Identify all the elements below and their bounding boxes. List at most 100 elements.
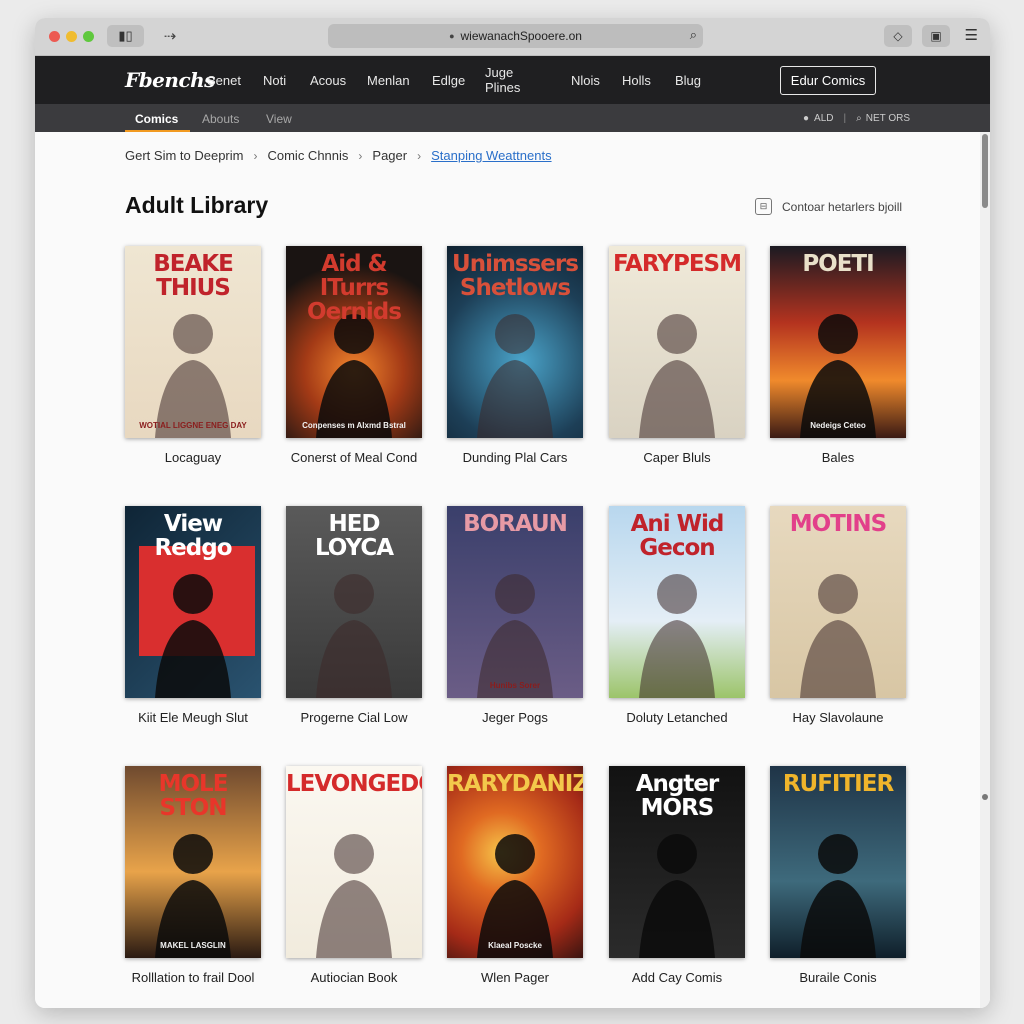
nav-link[interactable]: Juge Plines	[485, 65, 520, 95]
nav-link[interactable]: Noti	[263, 73, 286, 88]
comic-card[interactable]: RARYDANIZ Klaeal Poscke Wlen Pager	[447, 766, 583, 985]
chevron-right-icon: ›	[417, 148, 422, 163]
comic-card[interactable]: BORAUN Hunibs Sorer Jeger Pogs	[447, 506, 583, 725]
comic-card[interactable]: Unimssers Shetlows Dunding Plal Cars	[447, 246, 583, 465]
nav-link[interactable]: Senet	[207, 73, 241, 88]
sub-nav-link[interactable]: ALD	[814, 113, 833, 124]
comic-card[interactable]: View Redgo Kiit Ele Meugh Slut	[125, 506, 261, 725]
comic-card[interactable]: POETI Nedeigs Ceteo Bales	[770, 246, 906, 465]
comic-cover[interactable]: Angter MORS	[609, 766, 745, 958]
nav-link[interactable]: Holls	[622, 73, 651, 88]
cover-title: Unimssers Shetlows	[452, 251, 579, 301]
comic-cover[interactable]: BEAKE THIUS WOTIAL LIGGNE ENEG DAY	[125, 246, 261, 438]
comic-cover[interactable]: Ani Wid Gecon	[609, 506, 745, 698]
chevron-right-icon: ›	[358, 148, 363, 163]
comic-title[interactable]: Rolllation to frail Dool	[125, 970, 261, 985]
main-content: Gert Sim to Deeprim › Comic Chnnis › Pag…	[35, 132, 990, 1008]
cta-button[interactable]: Edur Comics	[780, 66, 876, 95]
scrollbar[interactable]	[980, 132, 990, 1008]
cover-title: BEAKE THIUS	[153, 251, 234, 301]
tab-view[interactable]: View	[266, 104, 292, 133]
comic-card[interactable]: Aid & ITurrs Oernids Conpenses m Alxmd Bs…	[286, 246, 422, 465]
comic-title[interactable]: Add Cay Comis	[609, 970, 745, 985]
comic-title[interactable]: Progerne Cial Low	[286, 710, 422, 725]
cover-title: RUFITIER	[782, 771, 894, 797]
comic-title[interactable]: Locaguay	[125, 450, 261, 465]
comic-card[interactable]: BEAKE THIUS WOTIAL LIGGNE ENEG DAY Locagua…	[125, 246, 261, 465]
comic-title[interactable]: Caper Bluls	[609, 450, 745, 465]
breadcrumb-item[interactable]: Pager	[372, 148, 407, 163]
comic-cover[interactable]: BORAUN Hunibs Sorer	[447, 506, 583, 698]
scrollbar-thumb[interactable]	[982, 134, 988, 208]
comic-title[interactable]: Hay Slavolaune	[770, 710, 906, 725]
comic-title[interactable]: Buraile Conis	[770, 970, 906, 985]
site-logo[interactable]: Fbenchs	[125, 68, 215, 92]
comic-cover[interactable]: MOTINS	[770, 506, 906, 698]
cover-title: Ani Wid Gecon	[630, 511, 725, 561]
tab-comics[interactable]: Comics	[124, 104, 191, 133]
comic-title[interactable]: Wlen Pager	[447, 970, 583, 985]
nav-link[interactable]: Nlois	[571, 73, 600, 88]
lock-icon: ●	[449, 31, 455, 41]
divider: |	[843, 113, 847, 124]
sub-nav-tools: ● ALD | ⌕ NET ORS	[803, 104, 910, 133]
comic-title[interactable]: Doluty Letanched	[609, 710, 745, 725]
breadcrumb-current[interactable]: Stanping Weattnents	[431, 148, 551, 163]
scrollbar-marker	[982, 794, 988, 800]
sub-nav-link[interactable]: NET ORS	[866, 113, 910, 124]
nav-link[interactable]: Blug	[675, 73, 701, 88]
breadcrumb-item[interactable]: Comic Chnnis	[267, 148, 348, 163]
sub-nav: Comics Abouts View ● ALD | ⌕ NET ORS	[35, 104, 990, 133]
sidebar-toggle-icon[interactable]: ▮▯	[107, 25, 144, 47]
filter-toggle[interactable]: ⊟ Contoar hetarlers bjoill	[755, 198, 902, 215]
comic-title[interactable]: Conerst of Meal Cond	[286, 450, 422, 465]
bookmark-icon[interactable]: ▣	[922, 25, 950, 47]
address-bar[interactable]: ● wiewanachSpooere.on ⌕	[328, 24, 703, 48]
comic-card[interactable]: Angter MORS Add Cay Comis	[609, 766, 745, 985]
comic-title[interactable]: Autiocian Book	[286, 970, 422, 985]
comic-title[interactable]: Dunding Plal Cars	[447, 450, 583, 465]
comic-card[interactable]: MOLE STON MAKEL LASGLIN Rolllation to frai…	[125, 766, 261, 985]
comic-card[interactable]: HED LOYCA Progerne Cial Low	[286, 506, 422, 725]
tab-abouts[interactable]: Abouts	[202, 104, 239, 133]
comic-cover[interactable]: FARYPESM	[609, 246, 745, 438]
comic-cover[interactable]: Aid & ITurrs Oernids Conpenses m Alxmd Bs…	[286, 246, 422, 438]
browser-window: ▮▯ ⇢ ● wiewanachSpooere.on ⌕ ◇ ▣ ☰ Fbenc…	[35, 18, 990, 1008]
cover-subtitle: Conpenses m Alxmd Bstral	[302, 421, 406, 430]
page-title: Adult Library	[125, 192, 269, 218]
filter-label: Contoar hetarlers bjoill	[782, 199, 903, 214]
nav-link[interactable]: Menlan	[367, 73, 410, 88]
cover-title: View Redgo	[154, 511, 232, 561]
comic-card[interactable]: Ani Wid Gecon Doluty Letanched	[609, 506, 745, 725]
maximize-window-button[interactable]	[83, 31, 94, 42]
browser-toolbar: ▮▯ ⇢ ● wiewanachSpooere.on ⌕ ◇ ▣ ☰	[35, 18, 990, 56]
nav-link[interactable]: Acous	[310, 73, 346, 88]
comic-cover[interactable]: RUFITIER	[770, 766, 906, 958]
comic-card[interactable]: LEVONGEDO Autiocian Book	[286, 766, 422, 985]
comic-card[interactable]: MOTINS Hay Slavolaune	[770, 506, 906, 725]
comic-card[interactable]: RUFITIER Buraile Conis	[770, 766, 906, 985]
comic-card[interactable]: FARYPESM Caper Bluls	[609, 246, 745, 465]
close-window-button[interactable]	[49, 31, 60, 42]
breadcrumb-item[interactable]: Gert Sim to Deeprim	[125, 148, 243, 163]
cover-title: Angter MORS	[635, 771, 720, 821]
shield-icon[interactable]: ◇	[884, 25, 912, 47]
comic-cover[interactable]: Unimssers Shetlows	[447, 246, 583, 438]
search-icon: ⌕	[856, 113, 862, 124]
nav-link[interactable]: Edlge	[432, 73, 465, 88]
comic-cover[interactable]: LEVONGEDO	[286, 766, 422, 958]
comic-title[interactable]: Bales	[770, 450, 906, 465]
comic-cover[interactable]: POETI Nedeigs Ceteo	[770, 246, 906, 438]
comic-cover[interactable]: HED LOYCA	[286, 506, 422, 698]
menu-icon[interactable]: ☰	[965, 26, 978, 44]
site-nav: Fbenchs Senet Noti Acous Menlan Edlge Ju…	[35, 56, 990, 104]
comic-title[interactable]: Kiit Ele Meugh Slut	[125, 710, 261, 725]
cover-title: HED LOYCA	[314, 511, 394, 561]
minimize-window-button[interactable]	[66, 31, 77, 42]
comic-cover[interactable]: View Redgo	[125, 506, 261, 698]
comic-title[interactable]: Jeger Pogs	[447, 710, 583, 725]
search-icon[interactable]: ⌕	[690, 27, 697, 43]
comic-cover[interactable]: RARYDANIZ Klaeal Poscke	[447, 766, 583, 958]
forward-arrow-icon[interactable]: ⇢	[159, 25, 181, 47]
comic-cover[interactable]: MOLE STON MAKEL LASGLIN	[125, 766, 261, 958]
